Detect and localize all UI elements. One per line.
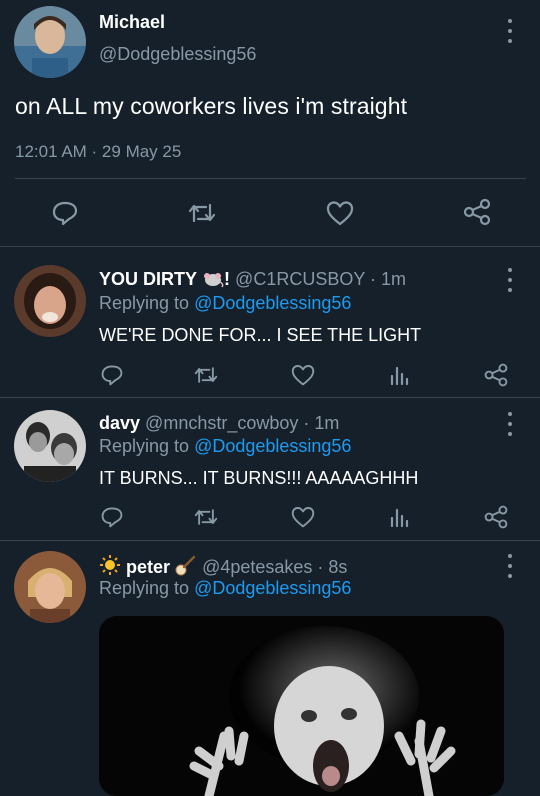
divider — [0, 397, 540, 398]
reply-header: peter @4petesakes · 8s — [99, 554, 347, 581]
share-icon[interactable] — [462, 197, 492, 227]
like-icon[interactable] — [290, 505, 316, 529]
more-options-icon[interactable] — [506, 19, 514, 43]
more-options-icon[interactable] — [506, 412, 514, 436]
reply-header: davy @mnchstr_cowboy · 1m — [99, 413, 339, 434]
reply-header: YOU DIRTY ! @C1RCUSBOY · 1m — [99, 268, 406, 293]
more-options-icon[interactable] — [506, 268, 514, 292]
avatar-michael[interactable] — [14, 6, 86, 78]
analytics-icon[interactable] — [387, 363, 411, 387]
author-handle[interactable]: @4petesakes · 8s — [202, 557, 347, 577]
tweet-timestamp[interactable]: 12:01 AM · 29 May 25 — [15, 142, 181, 162]
banjo-emoji — [175, 554, 197, 581]
rat-emoji — [202, 268, 224, 293]
author-handle[interactable]: @mnchstr_cowboy · 1m — [145, 413, 339, 433]
retweet-icon[interactable] — [193, 363, 219, 387]
like-icon[interactable] — [290, 363, 316, 387]
replying-to-link[interactable]: @Dodgeblessing56 — [194, 436, 351, 456]
screaming-figure-photo[interactable] — [99, 616, 504, 796]
retweet-icon[interactable] — [193, 505, 219, 529]
divider — [0, 540, 540, 541]
replying-to: Replying to @Dodgeblessing56 — [99, 293, 352, 313]
reply-text: IT BURNS... IT BURNS!!! AAAAAGHHH — [99, 468, 419, 488]
avatar-circusboy[interactable] — [14, 265, 86, 337]
replying-to-link[interactable]: @Dodgeblessing56 — [194, 293, 351, 313]
retweet-icon[interactable] — [187, 199, 217, 227]
reply-icon[interactable] — [51, 199, 79, 227]
reply-icon[interactable] — [100, 363, 124, 387]
sun-emoji — [99, 554, 121, 581]
author-name[interactable]: davy — [99, 413, 140, 433]
reply-icon[interactable] — [100, 505, 124, 529]
divider — [15, 178, 526, 179]
reply-text: WE'RE DONE FOR... I SEE THE LIGHT — [99, 325, 422, 345]
author-handle[interactable]: @C1RCUSBOY · 1m — [235, 269, 406, 289]
analytics-icon[interactable] — [387, 505, 411, 529]
more-options-icon[interactable] — [506, 554, 514, 578]
author-name[interactable]: Michael — [99, 12, 165, 33]
author-handle[interactable]: @Dodgeblessing56 — [99, 44, 256, 65]
divider — [0, 246, 540, 247]
share-icon[interactable] — [483, 504, 509, 530]
like-icon[interactable] — [325, 199, 355, 227]
name-suffix: ! — [224, 269, 231, 289]
replying-to: Replying to @Dodgeblessing56 — [99, 436, 352, 456]
replying-to-link[interactable]: @Dodgeblessing56 — [194, 578, 351, 598]
author-name[interactable]: peter — [126, 557, 170, 577]
tweet-text: on ALL my coworkers lives i'm straight — [15, 93, 408, 119]
avatar-peter[interactable] — [14, 551, 86, 623]
replying-to: Replying to @Dodgeblessing56 — [99, 578, 352, 598]
author-name[interactable]: YOU DIRTY — [99, 269, 197, 289]
avatar-davy[interactable] — [14, 410, 86, 482]
share-icon[interactable] — [483, 362, 509, 388]
